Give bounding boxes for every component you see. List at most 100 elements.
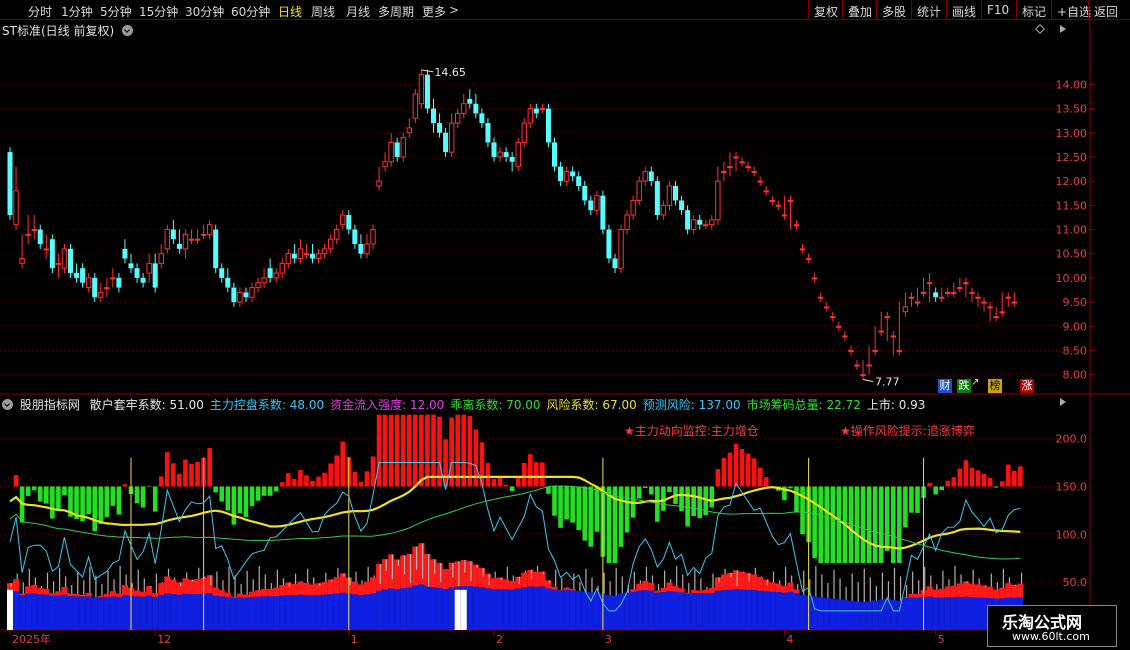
volume-block-blue bbox=[642, 590, 649, 630]
volume-block-red bbox=[146, 586, 153, 596]
candle-body-up bbox=[975, 296, 981, 299]
volume-block-blue bbox=[847, 600, 855, 630]
candle-body-down bbox=[503, 152, 509, 157]
x-tick-label: 1 bbox=[351, 633, 358, 646]
volume-block-red bbox=[672, 586, 679, 592]
volume-block-blue bbox=[956, 596, 963, 630]
candle-body-down bbox=[491, 142, 497, 157]
volume-block-red bbox=[67, 593, 74, 597]
volume-block-blue bbox=[539, 586, 546, 630]
x-tick-label: 3 bbox=[605, 633, 612, 646]
volume-block-red bbox=[176, 582, 183, 595]
volume-block-red bbox=[642, 580, 649, 591]
event-badge-0[interactable]: 财 bbox=[938, 379, 952, 393]
volume-block-blue bbox=[261, 596, 268, 630]
volume-block-red bbox=[363, 581, 371, 595]
candle-body-down bbox=[467, 98, 473, 104]
volume-block-blue bbox=[666, 590, 673, 630]
candle-body-up bbox=[388, 141, 394, 163]
candle-body-up bbox=[497, 151, 503, 158]
trend-bar-down bbox=[618, 486, 624, 547]
trend-bar-down bbox=[933, 486, 938, 495]
volume-block-blue bbox=[950, 597, 957, 630]
trend-bar-down bbox=[606, 486, 612, 564]
candle-body-up bbox=[781, 214, 788, 217]
event-badge-2[interactable]: 榜 bbox=[988, 379, 1002, 393]
volume-block-red bbox=[557, 590, 564, 591]
volume-block-red bbox=[140, 591, 147, 597]
candle-body-up bbox=[842, 335, 848, 338]
candle-body-up bbox=[811, 277, 818, 280]
volume-block-red bbox=[987, 586, 994, 599]
volume-block-red bbox=[430, 559, 437, 588]
volume-block-red bbox=[769, 582, 776, 592]
candle-body-up bbox=[703, 224, 709, 227]
candle-body-down bbox=[7, 152, 13, 215]
volume-block-blue bbox=[424, 586, 431, 630]
volume-block-blue bbox=[303, 594, 310, 630]
volume-block-red bbox=[926, 586, 933, 597]
volume-block-blue bbox=[484, 588, 492, 630]
volume-block-blue bbox=[533, 586, 540, 630]
trend-bar-down bbox=[582, 486, 588, 541]
volume-block-red bbox=[932, 589, 939, 598]
trend-bar-up bbox=[503, 484, 509, 487]
indicator-value-0: 散户套牢系数: 51.00 bbox=[89, 398, 204, 412]
volume-block-blue bbox=[351, 594, 358, 630]
candle-body-down bbox=[352, 229, 358, 245]
volume-block-blue bbox=[775, 592, 782, 630]
volume-block-red bbox=[158, 583, 165, 595]
main-chart-title[interactable]: ST标准(日线 前复权) bbox=[2, 22, 133, 39]
volume-block-blue bbox=[212, 595, 219, 630]
trend-bar-down bbox=[667, 486, 672, 493]
candle-body-down bbox=[80, 268, 86, 283]
volume-block-blue bbox=[37, 594, 44, 630]
marker-block-white bbox=[460, 589, 467, 630]
volume-block-blue bbox=[448, 587, 455, 630]
trend-bar-up bbox=[715, 469, 721, 487]
volume-block-red bbox=[975, 584, 982, 598]
trend-bar-down bbox=[642, 486, 648, 489]
indicator-dropdown-icon[interactable] bbox=[2, 399, 13, 410]
candle-body-up bbox=[279, 262, 285, 274]
volume-block-red bbox=[388, 554, 395, 589]
indicator-title[interactable]: 股朋指标网 bbox=[20, 398, 80, 412]
volume-block-red bbox=[739, 571, 746, 590]
candle-body-up bbox=[775, 204, 782, 207]
candle-body-up bbox=[963, 282, 969, 285]
volume-block-blue bbox=[109, 596, 116, 630]
volume-block-blue bbox=[690, 592, 697, 630]
volume-block-blue bbox=[593, 591, 600, 630]
volume-block-blue bbox=[684, 593, 691, 630]
y-tick-label-main: 10.50 bbox=[1056, 248, 1088, 261]
volume-block-blue bbox=[648, 590, 655, 630]
trend-bar-down bbox=[636, 486, 642, 499]
volume-block-red bbox=[242, 594, 250, 598]
y-tick-label-indicator: 200.0 bbox=[1056, 433, 1088, 446]
annotation-risk-tip: ★操作风险提示:追涨博弈 bbox=[840, 424, 975, 438]
volume-block-blue bbox=[757, 590, 764, 630]
event-badge-3[interactable]: 涨 bbox=[1020, 379, 1034, 393]
candle-body-up bbox=[297, 248, 304, 260]
candle-body-down bbox=[606, 229, 612, 259]
candle-body-down bbox=[346, 215, 352, 230]
volume-block-blue bbox=[25, 593, 32, 630]
candle-body-up bbox=[957, 287, 963, 290]
volume-block-blue bbox=[412, 585, 419, 630]
volume-block-red bbox=[448, 562, 455, 588]
event-badge-1[interactable]: 跌 bbox=[957, 379, 971, 393]
volume-block-blue bbox=[968, 597, 976, 630]
dropdown-circle-icon[interactable] bbox=[121, 25, 133, 36]
volume-block-blue bbox=[612, 595, 619, 630]
trend-bar-up bbox=[183, 459, 188, 487]
trend-bar-up bbox=[739, 449, 745, 487]
volume-block-red bbox=[394, 559, 401, 590]
trend-bar-down bbox=[878, 486, 884, 564]
volume-block-red bbox=[43, 588, 50, 595]
indicator-value-6: 市场筹码总量: 22.72 bbox=[746, 398, 861, 412]
volume-block-red bbox=[666, 582, 673, 591]
y-tick-label-main: 14.00 bbox=[1056, 78, 1088, 91]
indicator-value-7: 上市: 0.93 bbox=[866, 398, 926, 412]
candle-body-up bbox=[400, 137, 406, 158]
trend-bar-up bbox=[981, 473, 987, 487]
